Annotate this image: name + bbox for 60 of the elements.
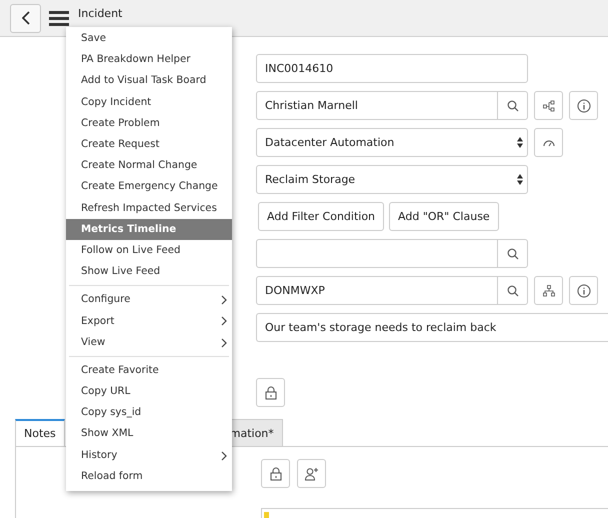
- info-icon: [576, 98, 590, 112]
- lock-button[interactable]: [261, 459, 290, 488]
- menu-icon[interactable]: [49, 10, 69, 26]
- menu-item[interactable]: Show Live Feed: [66, 261, 232, 282]
- menu-item[interactable]: Copy Incident: [66, 92, 232, 113]
- select-field[interactable]: Reclaim Storage: [256, 165, 528, 194]
- description-field[interactable]: Our team's storage needs to reclaim back: [256, 313, 608, 342]
- gauge-icon: [542, 138, 554, 146]
- updown-icon: [517, 174, 523, 185]
- menu-item[interactable]: Create Emergency Change: [66, 176, 232, 198]
- form-title: Incident: [78, 7, 122, 20]
- lock-button[interactable]: [256, 378, 285, 407]
- back-button[interactable]: [10, 4, 41, 32]
- search-icon: [506, 248, 518, 260]
- menu-item[interactable]: Reload form: [66, 466, 232, 487]
- select-field[interactable]: Datacenter Automation: [256, 128, 528, 157]
- tree-icon: [542, 100, 554, 112]
- menu-item[interactable]: PA Breakdown Helper: [66, 49, 232, 70]
- back-icon: [22, 11, 30, 25]
- chevron-right-icon: [221, 338, 227, 348]
- search-icon: [506, 100, 518, 112]
- menu-item[interactable]: Save: [66, 28, 232, 50]
- menu-item[interactable]: Create Request: [66, 134, 232, 156]
- menu-item[interactable]: Refresh Impacted Services: [66, 198, 232, 219]
- menu-item[interactable]: Show XML: [66, 423, 232, 445]
- add-person-icon: [304, 466, 318, 480]
- info-button[interactable]: [569, 276, 598, 305]
- chevron-right-icon: [221, 450, 227, 461]
- menu-item[interactable]: Metrics Timeline: [66, 218, 232, 240]
- search-icon: [506, 284, 518, 296]
- menu-item[interactable]: Add to Visual Task Board: [66, 70, 232, 92]
- gauge-button[interactable]: [534, 128, 563, 157]
- reference-field[interactable]: [256, 239, 528, 268]
- tree-button[interactable]: [534, 91, 563, 120]
- lock-icon: [264, 386, 276, 400]
- menu-item[interactable]: Create Favorite: [66, 360, 232, 381]
- menu-item[interactable]: Create Normal Change: [66, 155, 232, 176]
- hierarchy-icon: [542, 284, 554, 296]
- filter-button[interactable]: Add Filter Condition: [258, 202, 384, 231]
- reference-field[interactable]: DONMWXP: [256, 276, 528, 305]
- info-button[interactable]: [569, 91, 598, 120]
- number-field[interactable]: INC0014610: [256, 54, 528, 83]
- reference-field[interactable]: Christian Marnell: [256, 91, 528, 120]
- menu-item[interactable]: Export: [66, 310, 232, 332]
- updown-icon: [517, 137, 523, 148]
- menu-item[interactable]: View: [66, 332, 232, 353]
- menu-item[interactable]: Configure: [66, 289, 232, 310]
- menu-item[interactable]: Copy URL: [66, 381, 232, 402]
- lock-icon: [270, 466, 282, 480]
- chevron-right-icon: [221, 295, 227, 306]
- filter-button[interactable]: Add "OR" Clause: [389, 202, 499, 231]
- menu-item[interactable]: Create Problem: [66, 112, 232, 134]
- add-person-button[interactable]: [297, 459, 326, 488]
- menu-item[interactable]: History: [66, 444, 232, 466]
- chevron-right-icon: [221, 316, 227, 326]
- tab[interactable]: Notes: [15, 419, 65, 446]
- menu-item[interactable]: Follow on Live Feed: [66, 240, 232, 262]
- info-icon: [576, 284, 590, 298]
- tree-button[interactable]: [534, 276, 563, 305]
- menu-item[interactable]: Copy sys_id: [66, 402, 232, 424]
